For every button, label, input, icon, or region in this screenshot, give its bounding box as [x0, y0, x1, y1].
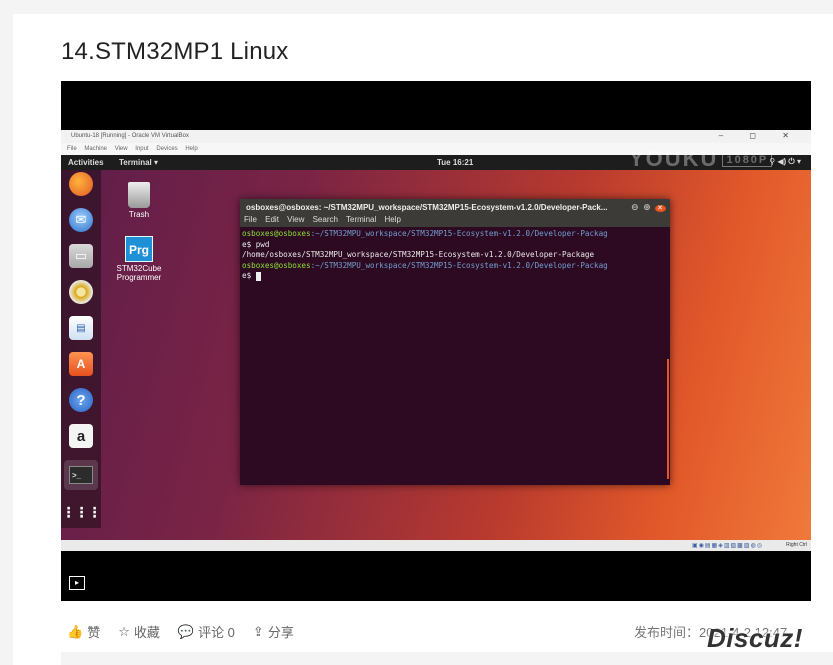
virtualbox-statusbar: ▣◉▤▦◈▥▧▩▨◍◎ Right Ctrl: [61, 540, 811, 551]
programmer-icon: Prg: [125, 236, 153, 262]
window-controls[interactable]: – ◻ ✕: [719, 131, 801, 140]
video-player[interactable]: Ubuntu-18 [Running] - Oracle VM VirtualB…: [61, 81, 811, 601]
comment-label: 评论 0: [198, 625, 235, 640]
comment-icon: 💬: [177, 623, 195, 639]
terminal-titlebar[interactable]: osboxes@osboxes: ~/STM32MPU_workspace/ST…: [240, 199, 670, 215]
terminal-menu-edit[interactable]: Edit: [265, 215, 279, 224]
help-icon[interactable]: ?: [69, 388, 93, 412]
terminal-window[interactable]: osboxes@osboxes: ~/STM32MPU_workspace/ST…: [240, 199, 670, 485]
ubuntu-dock: ✉ ▭ ▤ A ? a >_ ⋮⋮⋮: [61, 170, 102, 528]
youku-logo: YOUKU: [629, 146, 719, 171]
share-icon: ⇪: [252, 623, 264, 639]
desktop-trash[interactable]: Trash: [109, 182, 169, 219]
share-button[interactable]: ⇪ 分享: [253, 622, 294, 641]
vm-screen[interactable]: Ubuntu-18 [Running] - Oracle VM VirtualB…: [61, 130, 811, 551]
star-icon: ☆: [118, 623, 130, 639]
trash-icon: [128, 182, 150, 208]
vbox-menu-devices[interactable]: Devices: [156, 146, 177, 152]
terminal-output[interactable]: osboxes@osboxes:~/STM32MPU_workspace/STM…: [240, 227, 670, 284]
vbox-menu-help[interactable]: Help: [185, 146, 197, 152]
post-title: 14.STM32MP1 Linux: [61, 38, 289, 65]
trash-label: Trash: [128, 210, 150, 219]
virtualbox-titlebar: Ubuntu-18 [Running] - Oracle VM VirtualB…: [61, 130, 811, 143]
thunderbird-icon[interactable]: ✉: [69, 208, 93, 232]
terminal-line: e$: [242, 271, 668, 282]
system-tray[interactable]: ⚲ ◀) ⏻ ▾: [769, 157, 801, 167]
vbox-menu-machine[interactable]: Machine: [84, 146, 107, 152]
rhythmbox-icon[interactable]: [69, 280, 93, 304]
comment-button[interactable]: 💬 评论 0: [178, 622, 235, 641]
clock[interactable]: Tue 16:21: [437, 158, 473, 167]
programmer-label: STM32Cube Programmer: [116, 264, 162, 282]
firefox-icon[interactable]: [69, 172, 93, 196]
vm-status-icons[interactable]: ▣◉▤▦◈▥▧▩▨◍◎: [692, 542, 763, 549]
favorite-button[interactable]: ☆ 收藏: [118, 622, 160, 641]
terminal-window-buttons[interactable]: ⊖ ⊕ ✕: [631, 202, 666, 213]
share-label: 分享: [267, 625, 294, 640]
thumbs-up-icon: 👍: [67, 623, 84, 639]
like-button[interactable]: 👍 赞: [67, 622, 100, 641]
terminal-menu-terminal[interactable]: Terminal: [346, 215, 376, 224]
post-actions: 👍 赞 ☆ 收藏 💬 评论 0 ⇪ 分享: [67, 622, 312, 641]
terminal-menu-file[interactable]: File: [244, 215, 257, 224]
youku-watermark: YOUKU 1080P: [629, 146, 773, 172]
terminal-scrollbar[interactable]: [667, 359, 669, 479]
play-icon[interactable]: ▸: [69, 576, 85, 590]
post-card: 14.STM32MP1 Linux Ubuntu-18 [Running] - …: [13, 14, 833, 665]
terminal-line: e$ pwd: [242, 239, 270, 249]
desktop-stm32cubeprogrammer[interactable]: Prg STM32Cube Programmer: [109, 236, 169, 282]
terminal-line: osboxes@osboxes:~/STM32MPU_workspace/STM…: [242, 260, 608, 270]
terminal-line: /home/osboxes/STM32MPU_workspace/STM32MP…: [242, 250, 595, 259]
vbox-menu-input[interactable]: Input: [135, 146, 148, 152]
resolution-badge: 1080P: [722, 153, 773, 168]
terminal-menu-search[interactable]: Search: [313, 215, 338, 224]
text-cursor: [255, 271, 261, 281]
host-key-label: Right Ctrl: [786, 542, 807, 548]
virtualbox-title: Ubuntu-18 [Running] - Oracle VM VirtualB…: [71, 133, 189, 139]
terminal-icon[interactable]: >_: [64, 460, 98, 490]
show-applications-icon[interactable]: ⋮⋮⋮: [62, 500, 102, 524]
vbox-menu-view[interactable]: View: [115, 146, 128, 152]
amazon-icon[interactable]: a: [69, 424, 93, 448]
terminal-line: osboxes@osboxes:~/STM32MPU_workspace/STM…: [242, 229, 608, 238]
app-menu-terminal[interactable]: Terminal ▾: [119, 158, 158, 167]
software-store-icon[interactable]: A: [69, 352, 93, 376]
favorite-label: 收藏: [133, 625, 160, 640]
files-icon[interactable]: ▭: [69, 244, 93, 268]
libreoffice-writer-icon[interactable]: ▤: [69, 316, 93, 340]
close-icon[interactable]: ✕: [655, 205, 666, 212]
vbox-menu-file[interactable]: File: [67, 146, 77, 152]
terminal-menu-help[interactable]: Help: [385, 215, 401, 224]
discuz-watermark: Discuz!: [707, 623, 803, 653]
like-label: 赞: [87, 625, 101, 640]
terminal-menu-view[interactable]: View: [287, 215, 304, 224]
terminal-menubar: File Edit View Search Terminal Help: [240, 215, 670, 227]
terminal-title: osboxes@osboxes: ~/STM32MPU_workspace/ST…: [246, 203, 608, 212]
activities-button[interactable]: Activities: [68, 158, 104, 167]
